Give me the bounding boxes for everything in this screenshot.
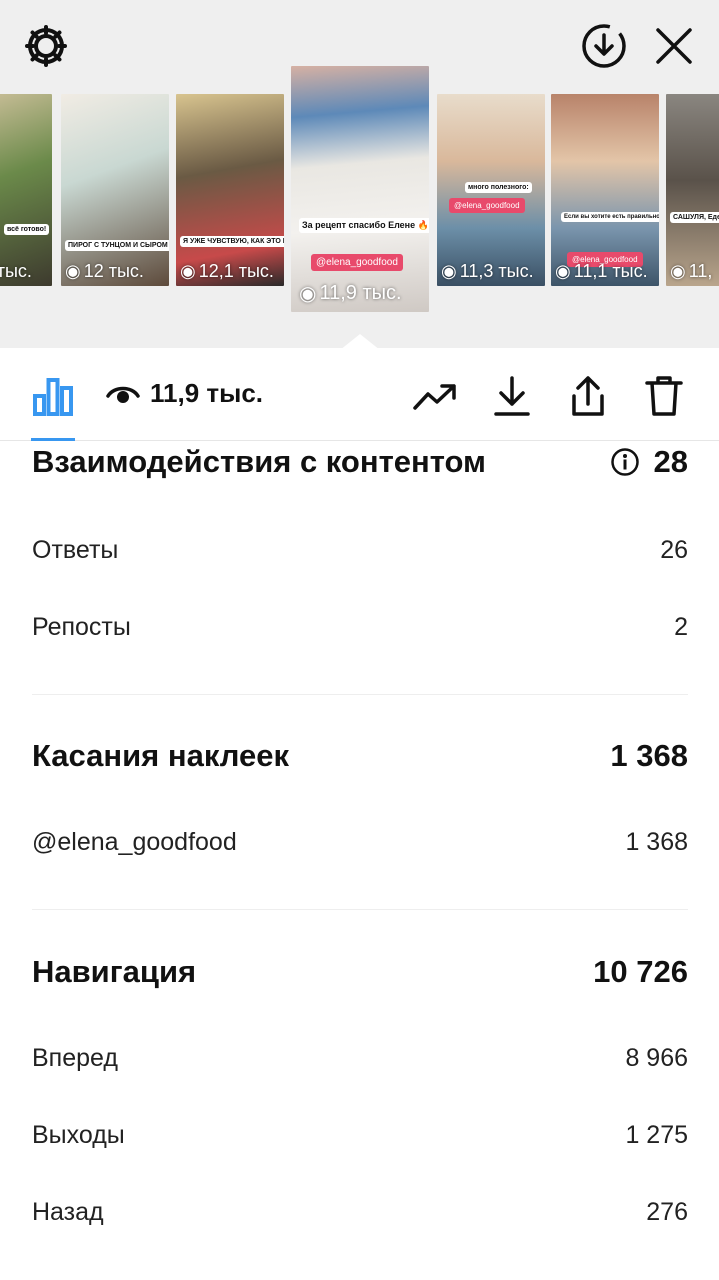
eye-icon <box>106 386 140 403</box>
sticker-taps-section-header: Касания наклеек 1 368 <box>32 736 688 776</box>
row-value: 1 368 <box>625 827 688 856</box>
row-label: Репосты <box>32 612 131 641</box>
story-thumbnail[interactable]: ПИРОГ С ТУНЦОМ И СЫРОМ ◉ 12 тыс. <box>61 94 169 286</box>
thumbnail-caption: ПИРОГ С ТУНЦОМ И СЫРОМ <box>65 240 169 251</box>
close-button[interactable] <box>650 22 698 70</box>
navigation-section-header: Навигация 10 726 <box>32 952 688 992</box>
thumbnail-caption: Я УЖЕ ЧУВСТВУЮ, КАК ЭТО ВКУСНО <box>180 236 284 247</box>
thumbnail-views: ◉ 11, <box>670 261 713 281</box>
delete-button[interactable] <box>640 372 688 420</box>
thumbnail-caption: Если вы хотите есть правильно <box>561 212 659 222</box>
interactions-section-header: Взаимодействия с контентом 28 <box>32 442 688 482</box>
sticker-taps-total: 1 368 <box>610 738 688 773</box>
list-item: Репосты 2 <box>32 609 688 645</box>
eye-icon: ◉ <box>299 283 317 305</box>
thumbnail-views: ◉ 11,9 тыс. <box>299 282 402 305</box>
thumbnail-views: ◉1,1 тыс. <box>0 261 32 281</box>
save-button[interactable] <box>488 372 536 420</box>
thumbnail-views: ◉ 12,1 тыс. <box>180 261 274 281</box>
row-value: 26 <box>660 535 688 564</box>
eye-icon: ◉ <box>180 261 196 281</box>
thumbnail-views: ◉ 11,3 тыс. <box>441 261 534 281</box>
row-label: Выходы <box>32 1120 125 1149</box>
share-icon <box>572 376 604 416</box>
row-value: 2 <box>674 612 688 641</box>
eye-icon: ◉ <box>670 261 686 281</box>
list-item: Назад 276 <box>32 1194 688 1230</box>
bar-chart-icon <box>33 378 73 416</box>
interactions-title: Взаимодействия с контентом <box>32 444 486 479</box>
mention-sticker: @elena_goodfood <box>311 254 403 271</box>
mention-sticker: @elena_goodfood <box>449 198 525 213</box>
interactions-total: 28 <box>653 444 688 479</box>
download-circle-icon <box>582 24 626 68</box>
thumbnail-views: ◉ 11,1 тыс. <box>555 261 648 281</box>
thumbnail-caption: много полезного: <box>465 182 532 193</box>
active-tab-indicator <box>31 438 75 441</box>
story-thumbnail[interactable]: всё готово! ◉1,1 тыс. <box>0 94 52 286</box>
download-icon <box>494 376 530 416</box>
close-icon <box>656 28 692 64</box>
thumbnail-views: ◉ 12 тыс. <box>65 261 144 281</box>
settings-button[interactable] <box>22 22 70 70</box>
row-value: 276 <box>646 1197 688 1226</box>
row-label: Ответы <box>32 535 119 564</box>
navigation-title: Навигация <box>32 954 197 989</box>
list-item: Выходы 1 275 <box>32 1117 688 1153</box>
navigation-total: 10 726 <box>593 954 688 989</box>
divider <box>32 694 688 695</box>
gear-icon <box>25 25 67 67</box>
row-value: 8 966 <box>625 1043 688 1072</box>
stories-strip[interactable]: всё готово! ◉1,1 тыс. ПИРОГ С ТУНЦОМ И С… <box>0 66 719 316</box>
thumbnail-caption: За рецепт спасибо Елене 🔥🔥🔥 <box>299 218 429 233</box>
thumbnail-caption: САШУЛЯ, Едем в <box>670 212 719 223</box>
trending-icon <box>413 384 456 410</box>
insights-tab[interactable] <box>30 372 76 420</box>
thumbnail-caption: всё готово! <box>4 224 50 235</box>
list-item[interactable]: @elena_goodfood 1 368 <box>32 824 688 860</box>
row-label: Назад <box>32 1197 104 1226</box>
sticker-taps-title: Касания наклеек <box>32 738 290 773</box>
story-thumbnail[interactable]: много полезного: @elena_goodfood ◉ 11,3 т… <box>437 94 545 286</box>
row-value: 1 275 <box>625 1120 688 1149</box>
story-thumbnail[interactable]: Я УЖЕ ЧУВСТВУЮ, КАК ЭТО ВКУСНО ◉12,1 тыс… <box>176 94 284 286</box>
views-count: 11,9 тыс. <box>106 378 263 409</box>
views-value: 11,9 тыс. <box>150 378 264 408</box>
info-icon[interactable] <box>610 447 640 477</box>
share-button[interactable] <box>564 372 612 420</box>
trash-icon <box>645 376 683 416</box>
list-item: Ответы 26 <box>32 532 688 568</box>
promote-button[interactable] <box>410 374 460 420</box>
row-label: @elena_goodfood <box>32 827 237 856</box>
story-thumbnail[interactable]: Если вы хотите есть правильно @elena_goo… <box>551 94 659 286</box>
list-item: Вперед 8 966 <box>32 1040 688 1076</box>
story-thumbnail[interactable]: САШУЛЯ, Едем в ◉11, <box>666 94 719 286</box>
eye-icon: ◉ <box>555 261 571 281</box>
divider <box>32 909 688 910</box>
eye-icon: ◉ <box>65 261 81 281</box>
story-thumbnail-selected[interactable]: За рецепт спасибо Елене 🔥🔥🔥 @elena_goodf… <box>291 66 429 312</box>
row-label: Вперед <box>32 1043 118 1072</box>
download-story-button[interactable] <box>580 22 628 70</box>
eye-icon: ◉ <box>441 261 457 281</box>
